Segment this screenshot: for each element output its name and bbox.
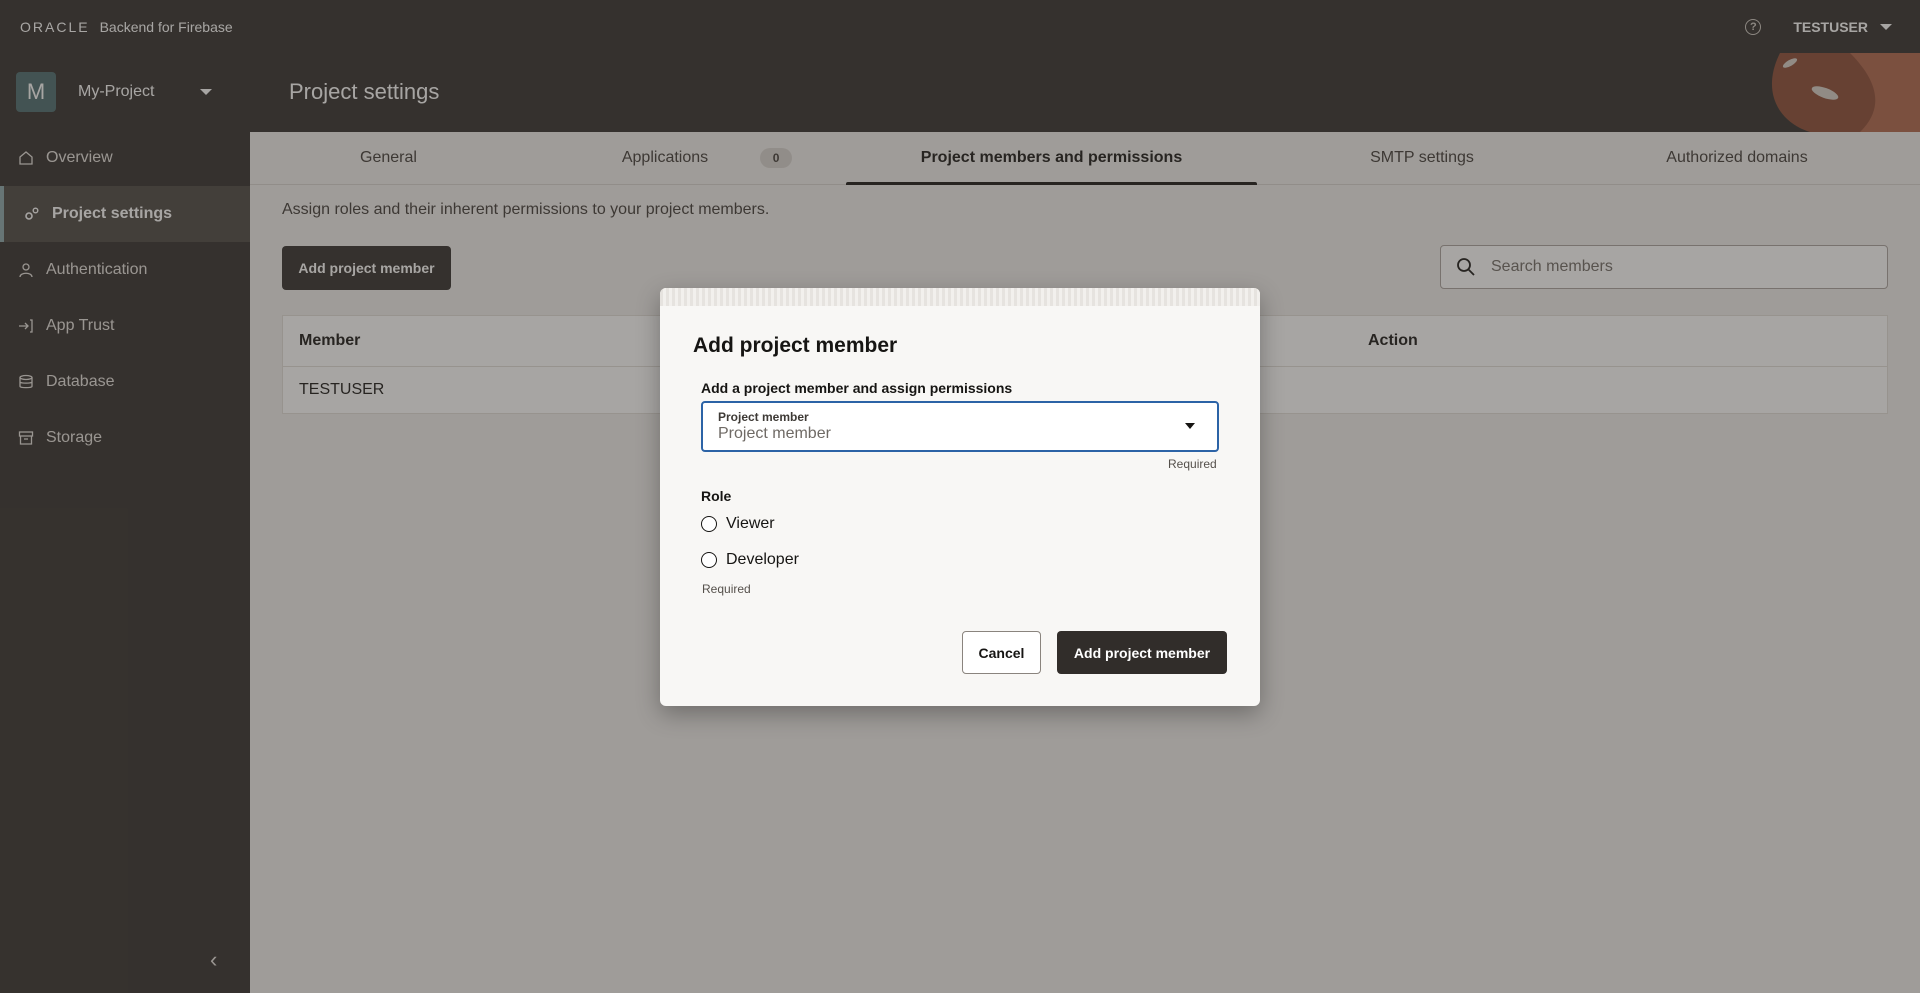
chevron-down-icon[interactable] — [1185, 423, 1195, 429]
add-project-member-dialog: Add project member Add a project member … — [660, 288, 1260, 706]
radio-button[interactable] — [701, 552, 717, 568]
dialog-title: Add project member — [693, 334, 898, 357]
dialog-subtitle: Add a project member and assign permissi… — [701, 380, 1013, 396]
role-option-developer[interactable]: Developer — [701, 551, 799, 569]
role-label: Role — [701, 488, 732, 504]
required-hint: Required — [1168, 457, 1217, 471]
radio-label: Viewer — [726, 515, 775, 532]
required-hint: Required — [702, 582, 751, 596]
select-placeholder: Project member — [718, 425, 831, 442]
cancel-button[interactable]: Cancel — [962, 631, 1041, 674]
confirm-add-member-button[interactable]: Add project member — [1057, 631, 1227, 674]
radio-label: Developer — [726, 551, 799, 568]
dialog-header-texture — [660, 288, 1260, 306]
radio-button[interactable] — [701, 516, 717, 532]
select-label: Project member — [718, 410, 809, 424]
project-member-select[interactable]: Project member Project member — [701, 401, 1219, 452]
role-option-viewer[interactable]: Viewer — [701, 515, 775, 533]
